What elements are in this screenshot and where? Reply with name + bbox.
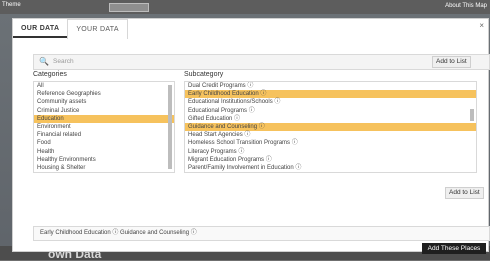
category-item[interactable]: Education bbox=[34, 114, 174, 123]
subcategory-item[interactable]: Literacy Programs ⓘ bbox=[185, 148, 476, 156]
subcategory-item[interactable]: Gifted Education ⓘ bbox=[185, 115, 476, 123]
tab-your-data[interactable]: YOUR DATA bbox=[67, 19, 128, 39]
category-item[interactable]: Healthy Environments bbox=[34, 156, 174, 164]
about-link[interactable]: About This Map bbox=[445, 3, 487, 9]
subcategory-item[interactable]: Homeless School Transition Programs ⓘ bbox=[185, 139, 476, 147]
category-item[interactable]: Health bbox=[34, 148, 174, 156]
tab-our-data[interactable]: OUR DATA bbox=[13, 19, 68, 38]
category-item[interactable]: Reference Geographies bbox=[34, 90, 174, 98]
category-item[interactable]: Community assets bbox=[34, 98, 174, 106]
subcategory-label: Subcategory bbox=[184, 71, 224, 78]
close-icon[interactable]: × bbox=[479, 21, 484, 30]
categories-label: Categories bbox=[33, 71, 67, 78]
subcategories-list[interactable]: Dual Credit Programs ⓘ Early Childhood Ed… bbox=[184, 81, 477, 173]
categories-list[interactable]: All Reference Geographies Community assets… bbox=[33, 81, 175, 173]
search-input[interactable]: 🔍 Search bbox=[33, 54, 490, 70]
category-item[interactable]: Criminal Justice bbox=[34, 107, 174, 115]
subcategory-item[interactable]: Head Start Agencies ⓘ bbox=[185, 131, 476, 139]
subcategories-scrollbar[interactable] bbox=[470, 109, 474, 121]
category-item[interactable]: Environment bbox=[34, 123, 174, 131]
subcategory-item[interactable]: Guidance and Counseling ⓘ bbox=[185, 122, 476, 132]
tab-strip: OUR DATA YOUR DATA bbox=[13, 19, 128, 39]
subcategory-item[interactable]: Dual Credit Programs ⓘ bbox=[185, 82, 476, 90]
subcategory-item[interactable]: Migrant Education Programs ⓘ bbox=[185, 156, 476, 164]
subcategory-item[interactable]: Early Childhood Education ⓘ bbox=[185, 90, 476, 99]
theme-label: Theme bbox=[2, 2, 21, 8]
selected-items-box: Early Childhood Education ⓘ Guidance and… bbox=[33, 226, 490, 241]
category-item[interactable]: Housing & Shelter bbox=[34, 164, 174, 172]
search-icon: 🔍 bbox=[39, 57, 49, 66]
category-item[interactable]: All bbox=[34, 82, 174, 90]
add-to-list-button-top[interactable]: Add to List bbox=[432, 56, 471, 68]
category-item[interactable]: Financial related bbox=[34, 131, 174, 139]
subcategory-item[interactable]: Educational Institutions/Schools ⓘ bbox=[185, 98, 476, 106]
subcategory-item[interactable]: Educational Programs ⓘ bbox=[185, 107, 476, 115]
add-these-places-button[interactable]: Add These Places bbox=[422, 243, 486, 254]
categories-scrollbar[interactable] bbox=[168, 85, 172, 169]
data-selection-modal: OUR DATA YOUR DATA × 🔍 Search Add to Lis… bbox=[12, 18, 490, 254]
add-to-list-button-bottom[interactable]: Add to List bbox=[445, 187, 484, 199]
selected-items-text: Early Childhood Education ⓘ Guidance and… bbox=[40, 230, 197, 236]
category-item[interactable]: Food bbox=[34, 139, 174, 147]
subcategory-item[interactable]: Parent/Family Involvement in Education ⓘ bbox=[185, 164, 476, 172]
search-placeholder: Search bbox=[53, 58, 74, 65]
top-bar: Theme About This Map bbox=[0, 0, 490, 14]
theme-button[interactable] bbox=[109, 3, 149, 12]
